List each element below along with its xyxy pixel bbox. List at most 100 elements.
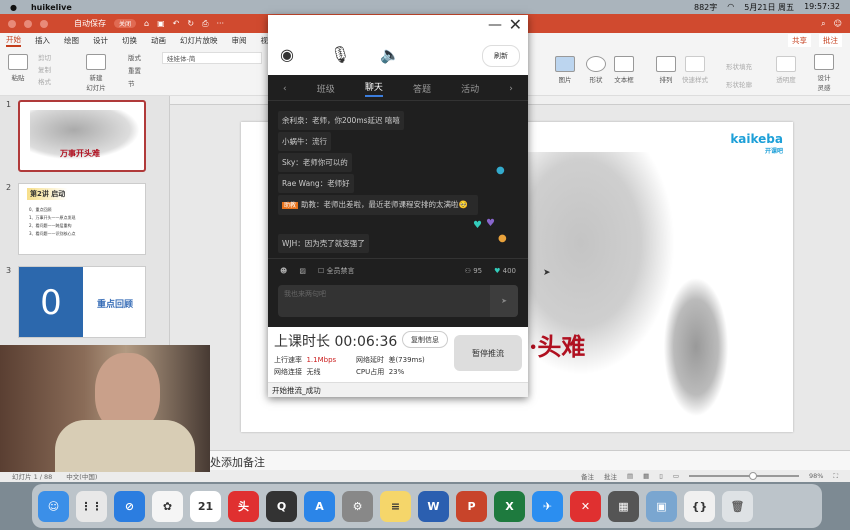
tab-view[interactable]: 视: [261, 35, 269, 46]
dock-app-17[interactable]: {}: [684, 490, 715, 522]
zoom-button[interactable]: [40, 19, 48, 28]
close-button[interactable]: [8, 19, 16, 28]
slide-thumbnail-3[interactable]: 0 重点回顾: [18, 266, 146, 338]
tab-insert[interactable]: 插入: [35, 35, 50, 46]
normal-view-icon[interactable]: ▤: [627, 472, 633, 480]
tab-home[interactable]: 开始: [6, 34, 21, 47]
search-icon[interactable]: ⌕: [821, 19, 825, 29]
dock-app-11[interactable]: P: [456, 490, 487, 522]
textbox-button[interactable]: 文本框: [614, 56, 634, 84]
dock-app-7[interactable]: A: [304, 490, 335, 522]
autosave-toggle[interactable]: 关闭: [114, 19, 137, 28]
tab-transitions[interactable]: 切换: [122, 35, 137, 46]
dock-app-14[interactable]: ✕: [570, 490, 601, 522]
cut-button[interactable]: 剪切: [38, 52, 51, 64]
zoom-slider[interactable]: [688, 472, 799, 480]
date[interactable]: 5月21日 周五: [744, 2, 794, 13]
notes-pane[interactable]: 处添加备注: [170, 450, 850, 470]
chat-input[interactable]: 我也来两句吧 ➤: [278, 285, 518, 317]
copy-info-button[interactable]: 复制信息: [402, 331, 448, 348]
tab-chat[interactable]: 聊天: [364, 80, 383, 97]
redo-icon[interactable]: ↻: [187, 19, 194, 28]
comments-button[interactable]: 批注: [604, 471, 617, 481]
shape-button[interactable]: 形状: [586, 56, 606, 84]
slideshow-icon[interactable]: ▭: [673, 472, 679, 480]
section-button[interactable]: 节: [128, 78, 141, 91]
copy-button[interactable]: 复制: [38, 64, 51, 76]
dock-app-12[interactable]: X: [494, 490, 525, 522]
pause-stream-button[interactable]: 暂停推流: [454, 335, 522, 371]
wifi-icon[interactable]: ◠: [727, 2, 734, 13]
shape-outline-button[interactable]: 形状轮廓: [726, 76, 752, 94]
tab-review[interactable]: 审阅: [232, 35, 247, 46]
mute-all-checkbox[interactable]: ☐ 全员禁言: [318, 266, 355, 276]
slide-sorter-icon[interactable]: ▦: [643, 472, 649, 480]
tab-animations[interactable]: 动画: [151, 35, 166, 46]
image-icon[interactable]: ▨: [299, 267, 306, 275]
emoji-icon[interactable]: ☻: [280, 267, 287, 275]
tab-design[interactable]: 设计: [93, 35, 108, 46]
tab-draw[interactable]: 绘图: [64, 35, 79, 46]
share-button[interactable]: 共享: [788, 34, 811, 47]
more-icon[interactable]: ···: [216, 19, 224, 28]
dock-app-4[interactable]: 21: [190, 490, 221, 522]
quick-style-button[interactable]: 快速样式: [682, 56, 708, 84]
dock-app-5[interactable]: 头: [228, 490, 259, 522]
tab-class[interactable]: 班级: [317, 82, 335, 95]
apple-icon[interactable]: ●: [10, 3, 17, 12]
fit-slide-icon[interactable]: ⛶: [833, 472, 838, 481]
save-icon[interactable]: ▣: [157, 19, 165, 28]
dock-app-6[interactable]: Q: [266, 490, 297, 522]
chat-message: WJH：因为壳了就变强了: [278, 234, 369, 253]
dock-app-10[interactable]: W: [418, 490, 449, 522]
zoom-level[interactable]: 98%: [809, 472, 823, 480]
smiley-icon[interactable]: ☺: [834, 19, 842, 28]
minimize-button[interactable]: [24, 19, 32, 28]
dock-app-8[interactable]: ⚙: [342, 490, 373, 522]
dock-app-3[interactable]: ✿: [152, 490, 183, 522]
transparency-button[interactable]: 透明度: [776, 56, 796, 84]
arrange-button[interactable]: 排列: [656, 56, 676, 84]
tab-quiz[interactable]: 答题: [413, 82, 431, 95]
send-button[interactable]: ➤: [490, 285, 518, 317]
picture-button[interactable]: 图片: [555, 56, 575, 84]
design-ideas-icon: [814, 54, 834, 70]
tabs-prev-icon[interactable]: ‹: [283, 84, 287, 94]
dock-app-13[interactable]: ✈: [532, 490, 563, 522]
shape-fill-button[interactable]: 形状填充: [726, 58, 752, 76]
tab-activity[interactable]: 活动: [461, 82, 479, 95]
dock-app-2[interactable]: ⊘: [114, 490, 145, 522]
dock-app-1[interactable]: ⋮⋮: [76, 490, 107, 522]
tabs-next-icon[interactable]: ›: [509, 84, 513, 94]
time[interactable]: 19:57:32: [804, 2, 840, 13]
speaker-icon[interactable]: 🔈: [380, 45, 400, 64]
slide-title: 重点回顾: [97, 300, 134, 310]
home-icon[interactable]: ⌂: [144, 19, 149, 28]
slide-thumbnail-2[interactable]: 第2讲 启动 0、重点回顾 1、万事开头——原点发现 2、看问题——跨层重构 3…: [18, 183, 146, 255]
microphone-icon[interactable]: 🎙: [330, 45, 350, 64]
app-name[interactable]: huikelive: [31, 3, 72, 12]
refresh-button[interactable]: 刷新: [482, 45, 520, 67]
paste-button[interactable]: 粘贴: [8, 54, 28, 82]
print-icon[interactable]: ⎙: [202, 19, 208, 29]
dock-app-15[interactable]: ▦: [608, 490, 639, 522]
dock-app-9[interactable]: ≡: [380, 490, 411, 522]
reset-button[interactable]: 重置: [128, 65, 141, 78]
camera-icon[interactable]: ◉: [280, 45, 294, 64]
design-ideas-button[interactable]: 设计 灵感: [814, 54, 834, 92]
format-painter-button[interactable]: 格式: [38, 76, 51, 88]
dock-app-0[interactable]: ☺: [38, 490, 69, 522]
reading-view-icon[interactable]: ▯: [659, 472, 663, 480]
trash-icon[interactable]: 🗑: [722, 490, 753, 522]
minimize-icon[interactable]: —: [488, 17, 502, 33]
undo-icon[interactable]: ↶: [173, 19, 180, 28]
notes-button[interactable]: 备注: [581, 471, 594, 481]
new-slide-button[interactable]: 新建 幻灯片: [86, 54, 106, 92]
slide-thumbnail-1[interactable]: 万事开头难: [18, 100, 146, 172]
font-select[interactable]: 娃娃体-简: [162, 52, 262, 64]
tab-slideshow[interactable]: 幻灯片放映: [180, 35, 218, 46]
close-icon[interactable]: ✕: [509, 15, 522, 34]
comment-button[interactable]: 批注: [819, 34, 842, 47]
layout-button[interactable]: 版式: [128, 52, 141, 65]
dock-app-16[interactable]: ▣: [646, 490, 677, 522]
